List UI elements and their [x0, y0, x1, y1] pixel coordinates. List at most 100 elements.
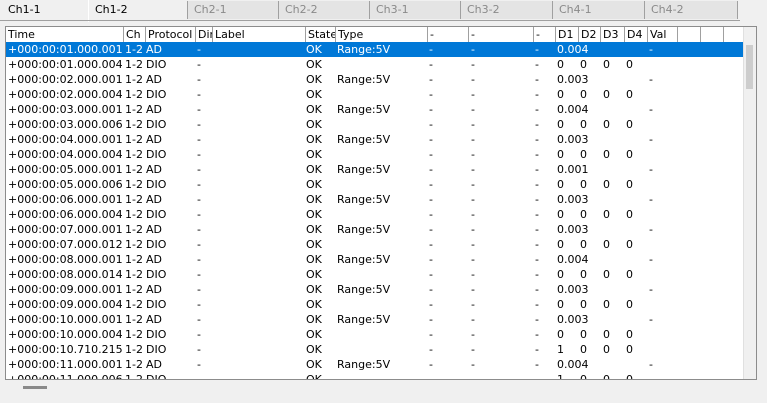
cell-dash-3: - [535, 358, 539, 371]
cell-protocol: AD [146, 133, 162, 146]
tab-label: Ch1-1 [8, 3, 41, 16]
col-time-header[interactable]: Time [6, 27, 124, 42]
cell-time: +000:00:08.000.001 [8, 253, 123, 266]
cell-dir: - [197, 268, 201, 281]
table-row[interactable]: +000:00:03.000.001 1-2 AD - OK Range:5V - - - 0.0… [6, 102, 744, 117]
table-row[interactable]: +000:00:01.000.004 1-2 DIO - OK - - - 0 0 0 0 [6, 57, 744, 72]
col-d2-header[interactable]: D2 [579, 27, 601, 42]
col-dash-2-header[interactable]: - [469, 27, 534, 42]
cell-d2: 0 [580, 298, 587, 311]
col-protocol-header[interactable]: Protocol [146, 27, 196, 42]
col-type-header[interactable]: Type [336, 27, 428, 42]
cell-protocol: DIO [146, 58, 167, 71]
horizontal-scroll-thumb[interactable] [23, 386, 47, 389]
cell-ch: 1-2 [125, 283, 143, 296]
cell-val: - [649, 43, 653, 56]
col-extra-2-header[interactable] [701, 27, 724, 42]
cell-dash-1: - [429, 253, 433, 266]
col-dir-header[interactable]: Dir [196, 27, 213, 42]
cell-d1: 1 [557, 373, 564, 380]
tab-ch2-1[interactable]: Ch2-1 [188, 1, 279, 19]
tab-ch1-2[interactable]: Ch1-2 [89, 1, 188, 19]
table-row[interactable]: +000:00:05.000.006 1-2 DIO - OK - - - 0 0 0 0 [6, 177, 744, 192]
cell-ch: 1-2 [125, 178, 143, 191]
cell-type: Range:5V [337, 193, 391, 206]
vertical-scrollbar[interactable] [743, 27, 756, 379]
tab-ch4-2[interactable]: Ch4-2 [645, 1, 738, 19]
tab-label: Ch1-2 [95, 3, 128, 16]
table-row[interactable]: +000:00:07.000.001 1-2 AD - OK Range:5V - - - 0.0… [6, 222, 744, 237]
table-row[interactable]: +000:00:03.000.006 1-2 DIO - OK - - - 0 0 0 0 [6, 117, 744, 132]
col-extra-1-header[interactable] [678, 27, 701, 42]
cell-d1: 0.003 [557, 73, 589, 86]
cell-d3: 0 [603, 298, 610, 311]
col-d3-header[interactable]: D3 [601, 27, 625, 42]
cell-d1: 0 [557, 268, 564, 281]
col-dash-3-header[interactable]: - [534, 27, 556, 42]
cell-dash-1: - [429, 283, 433, 296]
cell-val: - [649, 193, 653, 206]
table-row[interactable]: +000:00:06.000.001 1-2 AD - OK Range:5V - - - 0.0… [6, 192, 744, 207]
cell-dash-2: - [471, 253, 475, 266]
vertical-scroll-thumb[interactable] [746, 45, 753, 89]
col-d1-header[interactable]: D1 [556, 27, 579, 42]
cell-d4: 0 [626, 208, 633, 221]
cell-dash-3: - [535, 133, 539, 146]
tab-ch3-1[interactable]: Ch3-1 [370, 1, 461, 19]
cell-d4: 0 [626, 268, 633, 281]
table-row[interactable]: +000:00:04.000.001 1-2 AD - OK Range:5V - - - 0.0… [6, 132, 744, 147]
table-row[interactable]: +000:00:05.000.001 1-2 AD - OK Range:5V - - - 0.0… [6, 162, 744, 177]
table-row[interactable]: +000:00:02.000.004 1-2 DIO - OK - - - 0 0 0 0 [6, 87, 744, 102]
cell-protocol: DIO [146, 238, 167, 251]
table-row[interactable]: +000:00:10.710.215 1-2 DIO - OK - - - 1 0 0 0 [6, 342, 744, 357]
tab-ch2-2[interactable]: Ch2-2 [279, 1, 370, 19]
cell-dir: - [197, 253, 201, 266]
col-val-header[interactable]: Val [648, 27, 678, 42]
col-d4-header[interactable]: D4 [625, 27, 648, 42]
table-row[interactable]: +000:00:06.000.004 1-2 DIO - OK - - - 0 0 0 0 [6, 207, 744, 222]
table-row[interactable]: +000:00:11.000.001 1-2 AD - OK Range:5V - - - 0.0… [6, 357, 744, 372]
cell-ch: 1-2 [125, 73, 143, 86]
cell-state: OK [306, 178, 322, 191]
cell-dash-1: - [429, 298, 433, 311]
cell-dash-3: - [535, 193, 539, 206]
cell-dash-3: - [535, 208, 539, 221]
cell-ch: 1-2 [125, 373, 143, 380]
cell-dash-2: - [471, 73, 475, 86]
cell-d3: 0 [603, 88, 610, 101]
cell-dir: - [197, 358, 201, 371]
table-row[interactable]: +000:00:08.000.014 1-2 DIO - OK - - - 0 0 0 0 [6, 267, 744, 282]
tab-ch1-1[interactable]: Ch1-1 [2, 0, 89, 22]
table-row[interactable]: +000:00:01.000.001 1-2 AD - OK Range:5V - - - 0.0… [6, 42, 744, 57]
cell-dash-3: - [535, 178, 539, 191]
cell-dash-3: - [535, 43, 539, 56]
col-extra-3-header[interactable] [724, 27, 744, 42]
cell-dash-1: - [429, 88, 433, 101]
col-dash-1-header[interactable]: - [428, 27, 469, 42]
table-row[interactable]: +000:00:10.000.004 1-2 DIO - OK - - - 0 0 0 0 [6, 327, 744, 342]
tab-ch3-2[interactable]: Ch3-2 [461, 1, 553, 19]
col-label-header[interactable]: Label [213, 27, 306, 42]
table-row[interactable]: +000:00:02.000.001 1-2 AD - OK Range:5V - - - 0.0… [6, 72, 744, 87]
table-row[interactable]: +000:00:07.000.012 1-2 DIO - OK - - - 0 0 0 0 [6, 237, 744, 252]
col-ch-header[interactable]: Ch [124, 27, 146, 42]
cell-time: +000:00:11.000.001 [8, 358, 123, 371]
cell-time: +000:00:06.000.004 [8, 208, 123, 221]
tab-ch4-1[interactable]: Ch4-1 [553, 1, 645, 19]
table-row[interactable]: +000:00:08.000.001 1-2 AD - OK Range:5V - - - 0.0… [6, 252, 744, 267]
cell-dash-3: - [535, 253, 539, 266]
cell-d1: 1 [557, 343, 564, 356]
horizontal-scrollbar[interactable] [5, 380, 757, 394]
cell-dash-2: - [471, 223, 475, 236]
cell-dash-3: - [535, 148, 539, 161]
table-row[interactable]: +000:00:09.000.001 1-2 AD - OK Range:5V - - - 0.0… [6, 282, 744, 297]
table-row[interactable]: +000:00:04.000.004 1-2 DIO - OK - - - 0 0 0 0 [6, 147, 744, 162]
table-row[interactable]: +000:00:10.000.001 1-2 AD - OK Range:5V - - - 0.0… [6, 312, 744, 327]
col-state-header[interactable]: State [306, 27, 336, 42]
cell-d4: 0 [626, 58, 633, 71]
data-grid[interactable]: Time Ch Protocol Dir Label State Type - - - D1 D2 D3… [5, 26, 757, 380]
table-row[interactable]: +000:00:11.000.006 1-2 DIO - OK - - - 1 0 0 0 [6, 372, 744, 380]
table-row[interactable]: +000:00:09.000.004 1-2 DIO - OK - - - 0 0 0 0 [6, 297, 744, 312]
cell-time: +000:00:09.000.004 [8, 298, 123, 311]
cell-dash-2: - [471, 178, 475, 191]
